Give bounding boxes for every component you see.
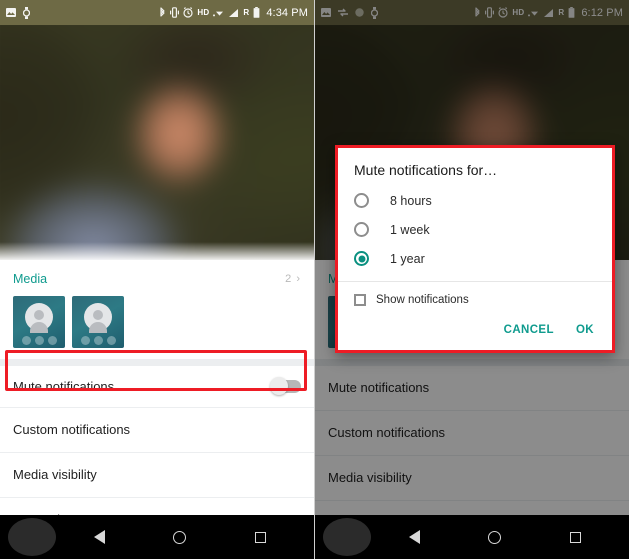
- left-status-right-icons: HD R 4:34 PM: [159, 7, 308, 19]
- avatar-placeholder-icon: [25, 302, 53, 333]
- left-status-left-icons: [6, 6, 30, 19]
- radio-icon[interactable]: [354, 222, 369, 237]
- nav-assistant-blob[interactable]: [323, 518, 371, 556]
- show-notifications-row[interactable]: Show notifications: [338, 282, 612, 310]
- right-phone: HD R 6:12 PM Media 2 ›: [314, 0, 629, 559]
- home-icon[interactable]: [488, 530, 502, 544]
- back-icon[interactable]: [94, 530, 106, 544]
- radio-icon[interactable]: [354, 193, 369, 208]
- mute-notifications-dialog: Mute notifications for… 8 hours 1 week 1…: [335, 145, 615, 353]
- media-thumbnail-strip: [0, 290, 314, 359]
- checkbox-icon[interactable]: [354, 294, 366, 306]
- right-nav-bar: [315, 515, 629, 559]
- media-count-chevron[interactable]: 2 ›: [285, 273, 301, 285]
- media-thumbnail[interactable]: [72, 296, 124, 348]
- list-item-label: Media visibility: [13, 467, 97, 482]
- mute-notifications-toggle[interactable]: [270, 377, 301, 395]
- cancel-button[interactable]: CANCEL: [504, 324, 554, 336]
- avatar-placeholder-icon: [84, 302, 112, 333]
- battery-icon: [253, 7, 260, 18]
- left-status-bar: HD R 4:34 PM: [0, 0, 314, 25]
- list-item-label: Custom notifications: [13, 422, 131, 437]
- radio-option-1-year[interactable]: 1 year: [338, 244, 612, 273]
- radio-option-label: 1 week: [390, 222, 430, 237]
- signal-bars-icon: [228, 8, 239, 18]
- dual-phone-screenshot: HD R 4:34 PM Media 2 › Mute notification…: [0, 0, 629, 559]
- radio-option-label: 8 hours: [390, 193, 432, 208]
- vibrate-icon: [170, 7, 180, 18]
- radio-option-8-hours[interactable]: 8 hours: [338, 186, 612, 215]
- photo-bottom-fade: [0, 242, 314, 260]
- dialog-actions: CANCEL OK: [338, 310, 612, 350]
- radio-icon-selected[interactable]: [354, 251, 369, 266]
- alarm-icon: [183, 7, 193, 18]
- list-item-label: Mute notifications: [13, 379, 115, 394]
- left-phone: HD R 4:34 PM Media 2 › Mute notification…: [0, 0, 314, 559]
- list-item-mute-notifications[interactable]: Mute notifications: [0, 366, 314, 408]
- media-thumbnail[interactable]: [13, 296, 65, 348]
- recents-icon[interactable]: [254, 531, 266, 543]
- blurred-photo-backdrop: [0, 25, 314, 260]
- recents-icon[interactable]: [569, 531, 581, 543]
- back-icon[interactable]: [409, 530, 421, 544]
- checkbox-label: Show notifications: [376, 294, 469, 306]
- contact-photo[interactable]: [0, 25, 314, 260]
- list-item-media-visibility[interactable]: Media visibility: [0, 453, 314, 498]
- bluetooth-icon: [159, 7, 166, 18]
- radio-option-label: 1 year: [390, 251, 425, 266]
- clock-label: 4:34 PM: [266, 6, 308, 19]
- media-section-header[interactable]: Media 2 ›: [0, 260, 314, 290]
- image-icon: [6, 8, 16, 17]
- radio-option-1-week[interactable]: 1 week: [338, 215, 612, 244]
- thumbnail-controls: [72, 336, 124, 345]
- signal-arrow-icon: [213, 8, 224, 18]
- ok-button[interactable]: OK: [576, 324, 594, 336]
- list-item-custom-notifications[interactable]: Custom notifications: [0, 408, 314, 453]
- dialog-title: Mute notifications for…: [354, 162, 498, 178]
- watch-icon: [23, 6, 30, 19]
- media-label: Media: [13, 272, 48, 286]
- left-nav-bar: [0, 515, 314, 559]
- home-icon[interactable]: [173, 530, 187, 544]
- hd-label: HD: [197, 8, 210, 17]
- nav-assistant-blob[interactable]: [8, 518, 56, 556]
- roaming-label: R: [243, 8, 250, 17]
- thumbnail-controls: [13, 336, 65, 345]
- section-divider: [0, 359, 314, 366]
